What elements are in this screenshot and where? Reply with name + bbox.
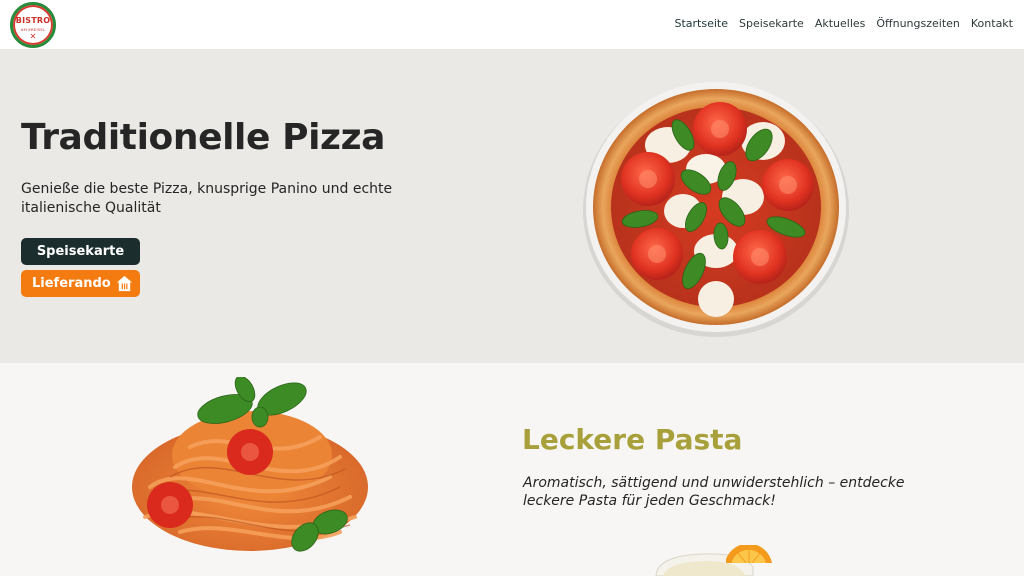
nav-aktuelles[interactable]: Aktuelles	[815, 17, 866, 30]
pasta-section: Leckere Pasta Aromatisch, sättigend und …	[0, 363, 1024, 576]
hero-section: Traditionelle Pizza Genieße die beste Pi…	[0, 49, 1024, 363]
lieferando-button-label: Lieferando	[32, 276, 111, 291]
logo-mark: ✕	[29, 32, 37, 41]
nav-startseite[interactable]: Startseite	[674, 17, 728, 30]
nav-kontakt[interactable]: Kontakt	[971, 17, 1013, 30]
hero-title: Traditionelle Pizza	[21, 117, 386, 158]
pasta-image	[130, 375, 375, 557]
lieferando-house-icon	[116, 275, 133, 292]
nav-speisekarte[interactable]: Speisekarte	[739, 17, 804, 30]
pasta-title: Leckere Pasta	[522, 423, 743, 456]
site-header: BISTRO AM KREISEL ✕ Startseite Speisekar…	[0, 0, 1024, 49]
logo-top-text: BISTRO	[15, 16, 51, 25]
drink-image	[648, 543, 778, 576]
pizza-image	[583, 79, 851, 337]
lieferando-button[interactable]: Lieferando	[21, 270, 140, 297]
main-nav: Startseite Speisekarte Aktuelles Öffnung…	[674, 17, 1013, 30]
pasta-text: Aromatisch, sättigend und unwiderstehlic…	[523, 475, 905, 509]
speisekarte-button-label: Speisekarte	[36, 244, 125, 259]
hero-text: Genieße die beste Pizza, knusprige Panin…	[21, 181, 393, 216]
bistro-logo[interactable]: BISTRO AM KREISEL ✕	[10, 2, 56, 48]
nav-oeffnungszeiten[interactable]: Öffnungszeiten	[876, 17, 960, 30]
speisekarte-button[interactable]: Speisekarte	[21, 238, 140, 265]
